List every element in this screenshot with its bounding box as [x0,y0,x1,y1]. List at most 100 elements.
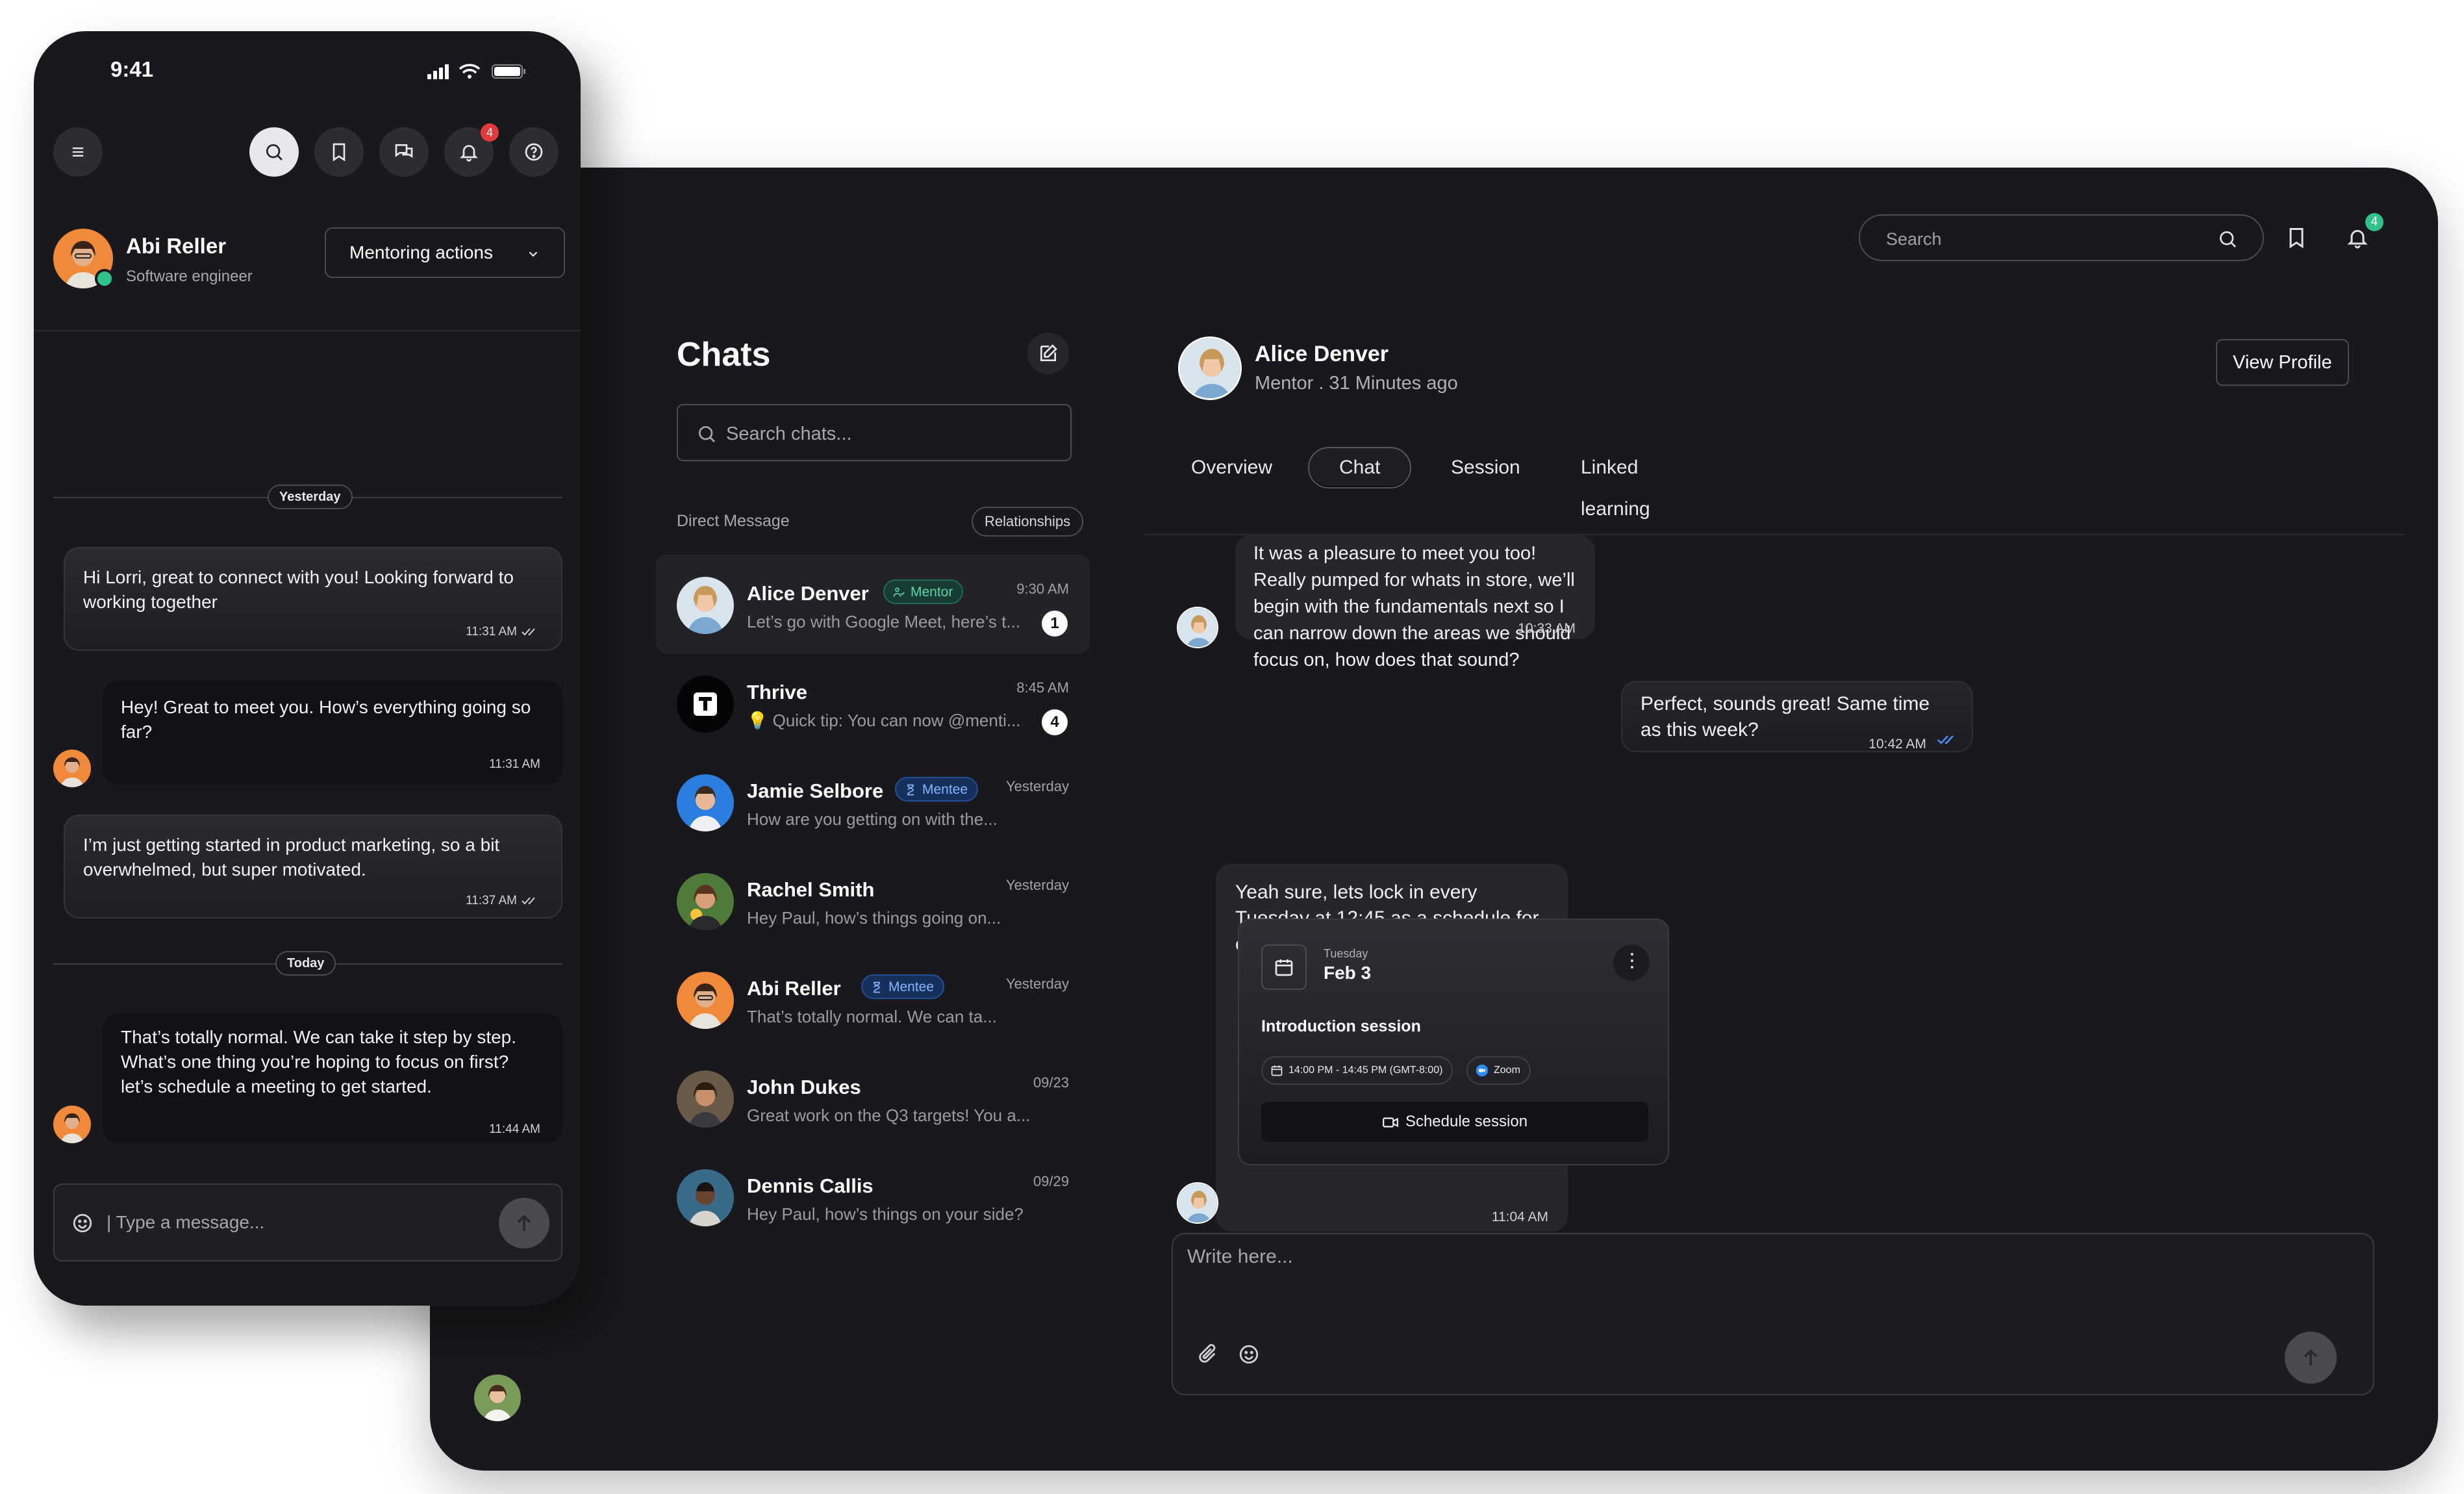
message-input[interactable] [1187,1246,2226,1285]
message-avatar [1177,1182,1218,1224]
menu-button[interactable] [53,127,103,177]
help-icon [525,143,543,161]
chat-button[interactable] [379,127,429,177]
bell-icon[interactable] [2346,226,2369,249]
send-icon [517,1214,531,1231]
bookmark-button[interactable] [314,127,364,177]
avatar [677,873,734,930]
tab-session[interactable]: Session [1451,447,1520,488]
message-text: Hey! Great to meet you. How’s everything… [121,697,531,742]
chat-preview: Hey Paul, how’s things on your side? [747,1204,1024,1224]
send-button[interactable] [2285,1332,2337,1384]
tab-chat[interactable]: Chat [1308,447,1412,488]
chats-title: Chats [677,336,771,374]
status-icons [427,64,525,79]
profile-name: Abi Reller [126,234,227,258]
header-divider [34,330,581,331]
message-time: 11:44 AM [489,1122,540,1136]
message-text: It was a pleasure to meet you too! Reall… [1253,543,1575,670]
chat-search-input[interactable] [726,420,1051,448]
session-card: Tuesday Feb 3 Introduction session 14:00… [1238,918,1669,1165]
date-separator-yesterday: Yesterday [268,485,353,509]
hourglass-icon [907,784,914,796]
relationships-button[interactable]: Relationships [972,507,1084,537]
global-search[interactable] [1859,214,2264,261]
view-profile-button[interactable]: View Profile [2216,339,2349,386]
avatar [677,577,734,634]
message-time: 10:42 AM [1868,737,1926,752]
menu-icon [72,147,84,157]
search-input[interactable] [1886,226,2198,252]
chat-item-rachel-smith[interactable]: Rachel Smith Hey Paul, how’s things goin… [656,851,1090,950]
message-time: 11:31 AM [466,620,539,644]
chat-time: 09/23 [1033,1074,1069,1091]
emoji-icon[interactable] [1238,1343,1260,1365]
chat-time: Yesterday [1005,976,1069,992]
bookmark-icon[interactable] [2285,226,2308,249]
attach-icon[interactable] [1196,1343,1218,1365]
chat-item-john-dukes[interactable]: John Dukes Great work on the Q3 targets!… [656,1048,1090,1147]
conversation-avatar[interactable] [1178,336,1242,400]
chat-preview: Hey Paul, how’s things going on... [747,908,1001,928]
search-icon [266,144,283,160]
notification-badge: 4 [2365,213,2383,231]
read-check-icon [1937,735,1954,744]
hourglass-icon [874,981,881,993]
chat-item-alice-denver[interactable]: Alice Denver Mentor Let’s go with Google… [656,555,1090,653]
thrive-logo [677,676,734,733]
mobile-composer [53,1184,562,1261]
chevron-down-icon [529,251,538,257]
more-options-button[interactable] [1613,944,1650,981]
search-icon[interactable] [2217,229,2238,249]
mentee-badge: Mentee [861,974,945,999]
mentor-icon [893,587,905,597]
chat-list: Alice Denver Mentor Let’s go with Google… [656,555,1090,1246]
message-text: Hi Lorri, great to connect with you! Loo… [83,567,514,612]
zoom-icon [1476,1064,1489,1077]
session-time-chip: 14:00 PM - 14:45 PM (GMT-8:00) [1261,1056,1453,1085]
schedule-session-button[interactable]: Schedule session [1261,1102,1648,1142]
calendar-icon [1275,959,1293,976]
tab-overview[interactable]: Overview [1191,447,1272,488]
calendar-icon [1271,1065,1283,1076]
message-text: I’m just getting started in product mark… [83,835,500,880]
message-outgoing: Hi Lorri, great to connect with you! Loo… [64,547,562,651]
status-time: 9:41 [110,57,154,81]
avatar [677,1070,734,1128]
chat-name: Abi Reller [747,977,841,1000]
chat-name: Jamie Selbore [747,779,884,802]
search-button[interactable] [249,127,299,177]
message-avatar [53,1106,91,1143]
chat-search[interactable] [677,404,1072,461]
calendar-box [1261,944,1307,990]
chat-item-thrive[interactable]: Thrive 💡 Quick tip: You can now @menti..… [656,653,1090,752]
chat-preview: Let’s go with Google Meet, here’s t... [747,612,1021,631]
chat-item-dennis-callis[interactable]: Dennis Callis Hey Paul, how’s things on … [656,1147,1090,1246]
chat-name: Dennis Callis [747,1174,874,1197]
compose-icon [1040,344,1057,361]
chat-time: Yesterday [1005,778,1069,794]
chat-name: Rachel Smith [747,878,875,901]
conversation-name: Alice Denver [1255,342,1389,366]
tab-linked-learning[interactable]: Linked learning [1581,447,1650,520]
notification-badge: 4 [481,123,499,142]
chat-item-abi-reller[interactable]: Abi Reller Mentee That’s totally normal.… [656,950,1090,1048]
session-platform-chip: Zoom [1466,1056,1531,1085]
help-button[interactable] [509,127,559,177]
user-avatar[interactable] [474,1374,521,1421]
emoji-icon[interactable] [71,1212,94,1234]
chat-preview: 💡 Quick tip: You can now @menti... [747,711,1021,730]
message-incoming: Hey! Great to meet you. How’s everything… [103,681,562,785]
mentor-badge: Mentor [883,579,964,604]
message-input[interactable] [107,1208,470,1237]
message-time: 11:04 AM [1491,1209,1548,1224]
chat-preview: Great work on the Q3 targets! You a... [747,1106,1031,1125]
send-button[interactable] [499,1198,549,1248]
mentoring-actions-button[interactable]: Mentoring actions [325,227,565,278]
chat-name: John Dukes [747,1076,861,1098]
compose-button[interactable] [1027,333,1069,374]
message-composer [1172,1233,2374,1395]
chat-item-jamie-selbore[interactable]: Jamie Selbore Mentee How are you getting… [656,752,1090,851]
chat-preview: How are you getting on with the... [747,809,998,829]
desktop-window: 4 Chats Direct Message Relationships Ali… [430,168,2438,1471]
